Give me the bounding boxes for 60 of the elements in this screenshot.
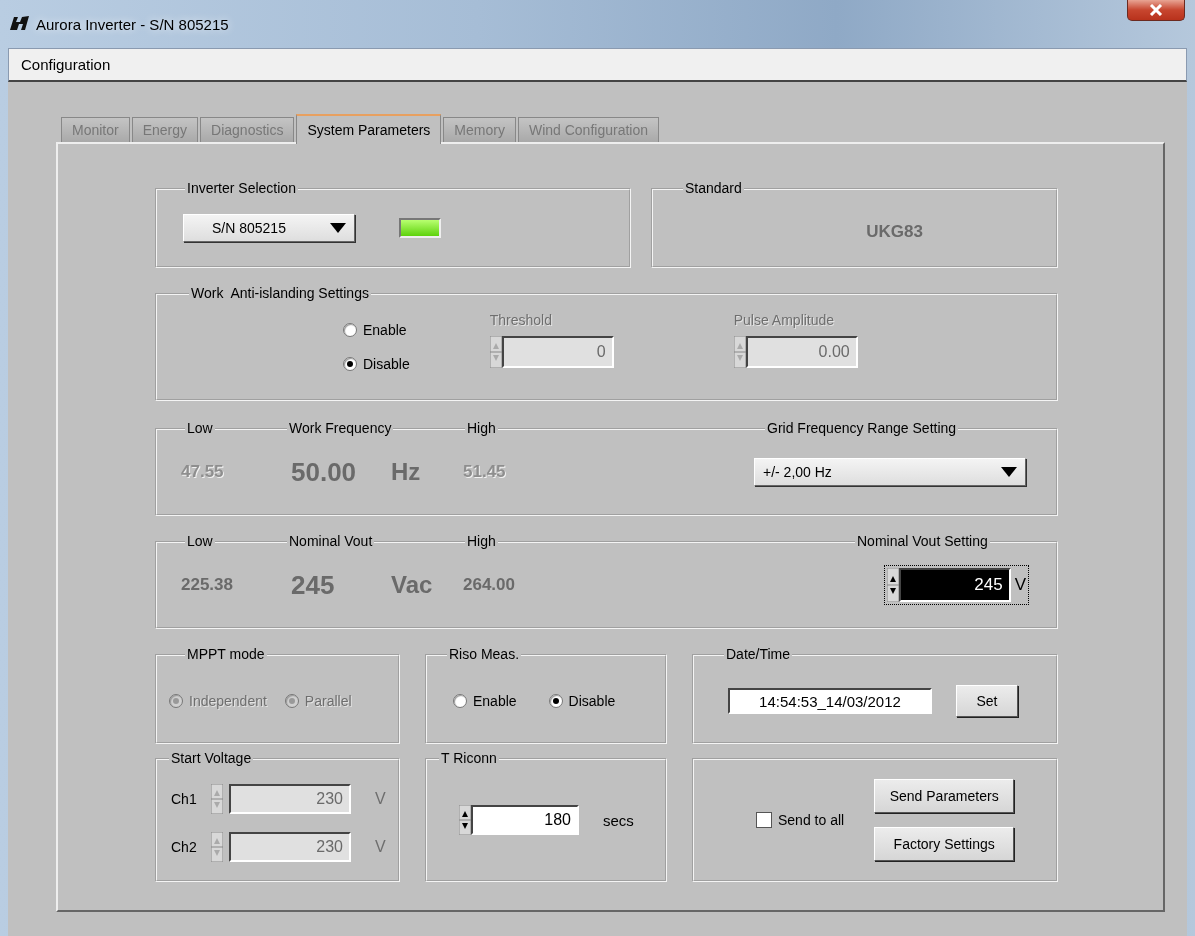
high-label: High	[465, 533, 498, 549]
frequency-range-dropdown[interactable]: +/- 2,00 Hz	[754, 458, 1026, 486]
high-label: High	[465, 420, 498, 436]
group-title: Work Frequency	[287, 420, 394, 436]
seconds-input[interactable]: 180	[471, 805, 579, 835]
radio-option[interactable]: Disable	[548, 693, 616, 709]
nominal-value: 50.00	[291, 456, 357, 488]
radio-button[interactable]	[343, 357, 357, 371]
radio-button[interactable]	[548, 694, 563, 708]
group-title: Riso Meas.	[447, 646, 522, 662]
group-title: Nominal Vout	[287, 533, 375, 549]
field-label: Threshold	[489, 312, 552, 328]
group-title: Standard	[683, 180, 744, 196]
checkbox[interactable]	[756, 812, 772, 828]
close-button[interactable]	[1127, 0, 1185, 21]
group-title: Inverter Selection	[185, 180, 298, 196]
close-icon	[1149, 4, 1163, 16]
spin-arrows-icon[interactable]	[886, 568, 899, 602]
vout-setting-spinbox[interactable]: 245 V	[886, 568, 1026, 602]
unit-label: V	[1014, 575, 1026, 595]
channel-label: Ch2	[171, 839, 198, 855]
nominal-value: 245	[291, 569, 335, 601]
app-logo-icon	[8, 16, 30, 30]
group-title: Work Anti-islanding Settings	[189, 285, 371, 301]
caret-icon	[1001, 467, 1017, 477]
caret-icon	[330, 223, 346, 233]
radio-option[interactable]: Enable	[343, 322, 407, 338]
unit-label: V	[375, 790, 386, 808]
low-value: 225.38	[181, 575, 233, 595]
high-value: 264.00	[463, 575, 515, 595]
action-button[interactable]: Factory Settings	[874, 827, 1015, 861]
radio-option[interactable]: Enable	[453, 693, 517, 709]
group-title: MPPT mode	[185, 646, 267, 662]
spin-arrows-icon[interactable]	[459, 805, 471, 835]
vout-input[interactable]: 245	[898, 568, 1011, 602]
low-label: Low	[185, 533, 215, 549]
radio-button[interactable]	[453, 694, 467, 708]
radio-option[interactable]: Disable	[343, 356, 410, 372]
radio-button[interactable]	[343, 323, 357, 337]
unit-label: Vac	[391, 571, 433, 599]
setting-label: Nominal Vout Setting	[855, 533, 990, 549]
field-label: Pulse Amplitude	[733, 312, 835, 328]
group-title: T Riconn	[439, 750, 499, 766]
action-button[interactable]: Send Parameters	[874, 779, 1015, 813]
channel-label: Ch1	[171, 791, 198, 807]
set-button[interactable]: Set	[956, 685, 1018, 717]
unit-label: secs	[603, 811, 634, 829]
group-title: Date/Time	[724, 646, 793, 662]
menu-item[interactable]: Configuration	[19, 54, 113, 75]
tab[interactable]: System Parameters	[296, 114, 442, 144]
send-to-all-checkbox[interactable]: Send to all	[756, 812, 845, 828]
unit-label: Hz	[391, 458, 421, 486]
low-label: Low	[185, 420, 215, 436]
group-title: Start Voltage	[169, 750, 254, 766]
standard-value: UKG83	[866, 222, 923, 242]
inverter-dropdown[interactable]: S/N 805215	[183, 214, 355, 242]
date-time-field[interactable]: 14:54:53_14/03/2012	[728, 688, 932, 714]
unit-label: V	[375, 838, 386, 856]
window-title: Aurora Inverter - S/N 805215	[36, 16, 229, 33]
setting-label: Grid Frequency Range Setting	[765, 420, 959, 436]
